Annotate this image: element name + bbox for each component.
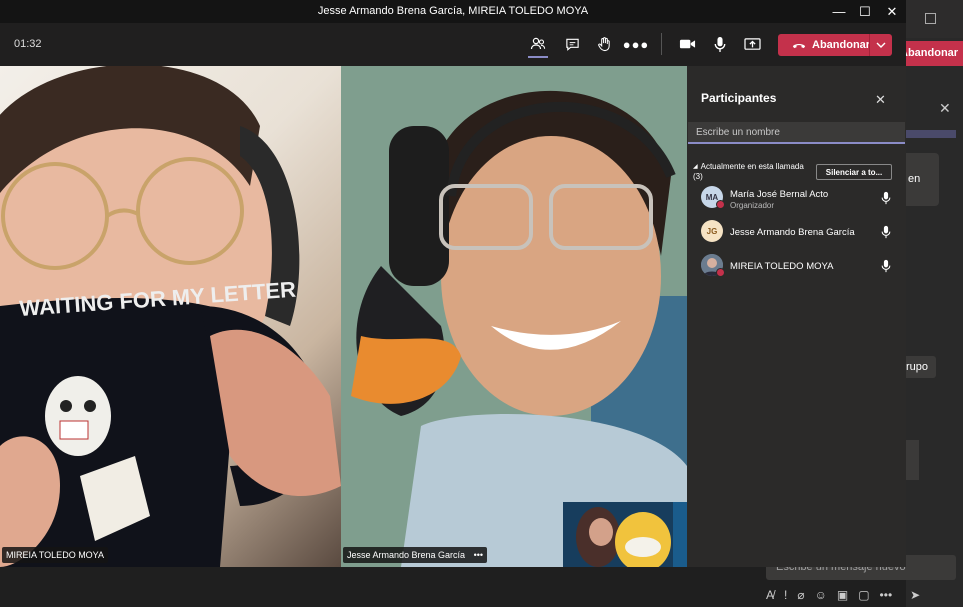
toolbar-separator [661, 33, 662, 55]
sticker-icon[interactable]: ▢ [858, 588, 869, 602]
background-close-icon[interactable]: ✕ [939, 100, 951, 117]
background-divider [906, 130, 956, 138]
microphone-icon[interactable] [880, 259, 892, 273]
section-count: (3) [693, 172, 703, 181]
close-icon[interactable]: ✕ [878, 0, 906, 23]
panel-title: Participantes [701, 91, 777, 105]
participant-row[interactable]: MIREIA TOLEDO MOYA [701, 254, 901, 280]
microphone-button[interactable] [706, 31, 734, 57]
mute-all-button[interactable]: Silenciar a to... [816, 164, 892, 180]
minimize-icon[interactable]: — [825, 0, 853, 23]
hang-up-icon [788, 41, 810, 49]
participant-name-tag: Jesse Armando Brena García ••• [343, 547, 488, 563]
video-feed-image: WAITING FOR MY LETTER [0, 66, 341, 567]
camera-icon [679, 39, 695, 49]
active-tab-indicator [528, 56, 548, 58]
emoji-icon[interactable]: ☺ [815, 588, 827, 602]
microphone-icon [714, 36, 726, 52]
format-icon[interactable]: A̸ [766, 588, 774, 602]
participant-row[interactable]: MA María José Bernal Acto Organizador [701, 186, 901, 212]
more-icon: ●●● [622, 36, 650, 52]
background-teams-window [906, 0, 963, 607]
leave-button[interactable]: Abandonar [778, 34, 892, 56]
participant-name-tag: MIREIA TOLEDO MOYA [2, 547, 109, 563]
status-badge [716, 268, 725, 277]
search-input[interactable] [688, 122, 905, 143]
meeting-toolbar: 01:32 ●●● Abandonar [0, 23, 906, 66]
background-leave-button[interactable]: Abandonar [900, 41, 963, 66]
background-card [906, 440, 919, 480]
gif-icon[interactable]: ▣ [837, 588, 848, 602]
raise-hand-button[interactable] [590, 31, 618, 57]
chat-button[interactable] [558, 31, 586, 57]
participants-button[interactable] [524, 31, 552, 57]
raise-hand-icon [597, 37, 610, 52]
titlebar: Jesse Armando Brena García, MIREIA TOLED… [0, 0, 906, 23]
maximize-icon[interactable]: ☐ [851, 0, 879, 23]
participant-row[interactable]: JG Jesse Armando Brena García [701, 220, 901, 246]
status-badge [716, 200, 725, 209]
meeting-window: Jesse Armando Brena García, MIREIA TOLED… [0, 0, 906, 567]
video-tile-mireia[interactable]: WAITING FOR MY LETTER MIREIA TOLEDO MOYA [0, 66, 341, 567]
participant-search [688, 122, 905, 144]
participants-icon [530, 37, 546, 50]
avatar-initials: MA [705, 192, 719, 202]
avatar: JG [701, 220, 723, 242]
leave-label: Abandonar [812, 39, 871, 51]
participant-more-icon[interactable]: ••• [474, 550, 483, 560]
background-card[interactable]: rupo [906, 356, 936, 378]
attach-icon[interactable]: ⌀ [797, 588, 804, 602]
participant-name: María José Bernal Acto [730, 189, 829, 200]
background-leave-label: Abandonar [900, 47, 959, 59]
self-view-image [563, 502, 687, 567]
more-actions-button[interactable]: ●●● [622, 31, 650, 57]
background-card-text: rupo [906, 361, 929, 373]
participant-name: MIREIA TOLEDO MOYA [730, 261, 834, 272]
participant-name: Jesse Armando Brena García [347, 550, 466, 560]
share-screen-button[interactable] [738, 31, 766, 57]
call-timer: 01:32 [14, 38, 42, 50]
close-panel-icon[interactable]: ✕ [875, 92, 886, 108]
camera-button[interactable] [673, 31, 701, 57]
self-view-video[interactable] [563, 502, 687, 567]
window-title: Jesse Armando Brena García, MIREIA TOLED… [317, 5, 589, 17]
section-header[interactable]: ◢ Actualmente en esta llamada (3) [693, 162, 804, 182]
compose-toolbar: A̸ ! ⌀ ☺ ▣ ▢ ••• ➤ [766, 585, 956, 605]
microphone-icon[interactable] [880, 191, 892, 205]
microphone-icon[interactable] [880, 225, 892, 239]
section-title: Actualmente en esta llamada [700, 162, 804, 171]
participants-panel: Participantes ✕ ◢Actualmente en esta lla… [687, 66, 906, 567]
collapse-arrow-icon[interactable]: ◢ [693, 162, 698, 172]
avatar-initials: JG [706, 226, 718, 236]
chat-icon [565, 38, 579, 51]
send-icon[interactable]: ➤ [910, 588, 920, 602]
background-maximize-icon[interactable] [925, 13, 936, 24]
participant-role: Organizador [730, 201, 775, 210]
video-tile-jesse[interactable]: Jesse Armando Brena García ••• [341, 66, 687, 567]
background-card-text: en [908, 173, 921, 185]
chevron-down-icon[interactable] [869, 34, 892, 56]
participant-name: Jesse Armando Brena García [730, 227, 855, 238]
background-card: en [906, 153, 939, 206]
share-screen-icon [743, 37, 761, 50]
important-icon[interactable]: ! [784, 588, 787, 602]
video-feed-image [341, 66, 687, 567]
more-options-icon[interactable]: ••• [880, 588, 893, 602]
